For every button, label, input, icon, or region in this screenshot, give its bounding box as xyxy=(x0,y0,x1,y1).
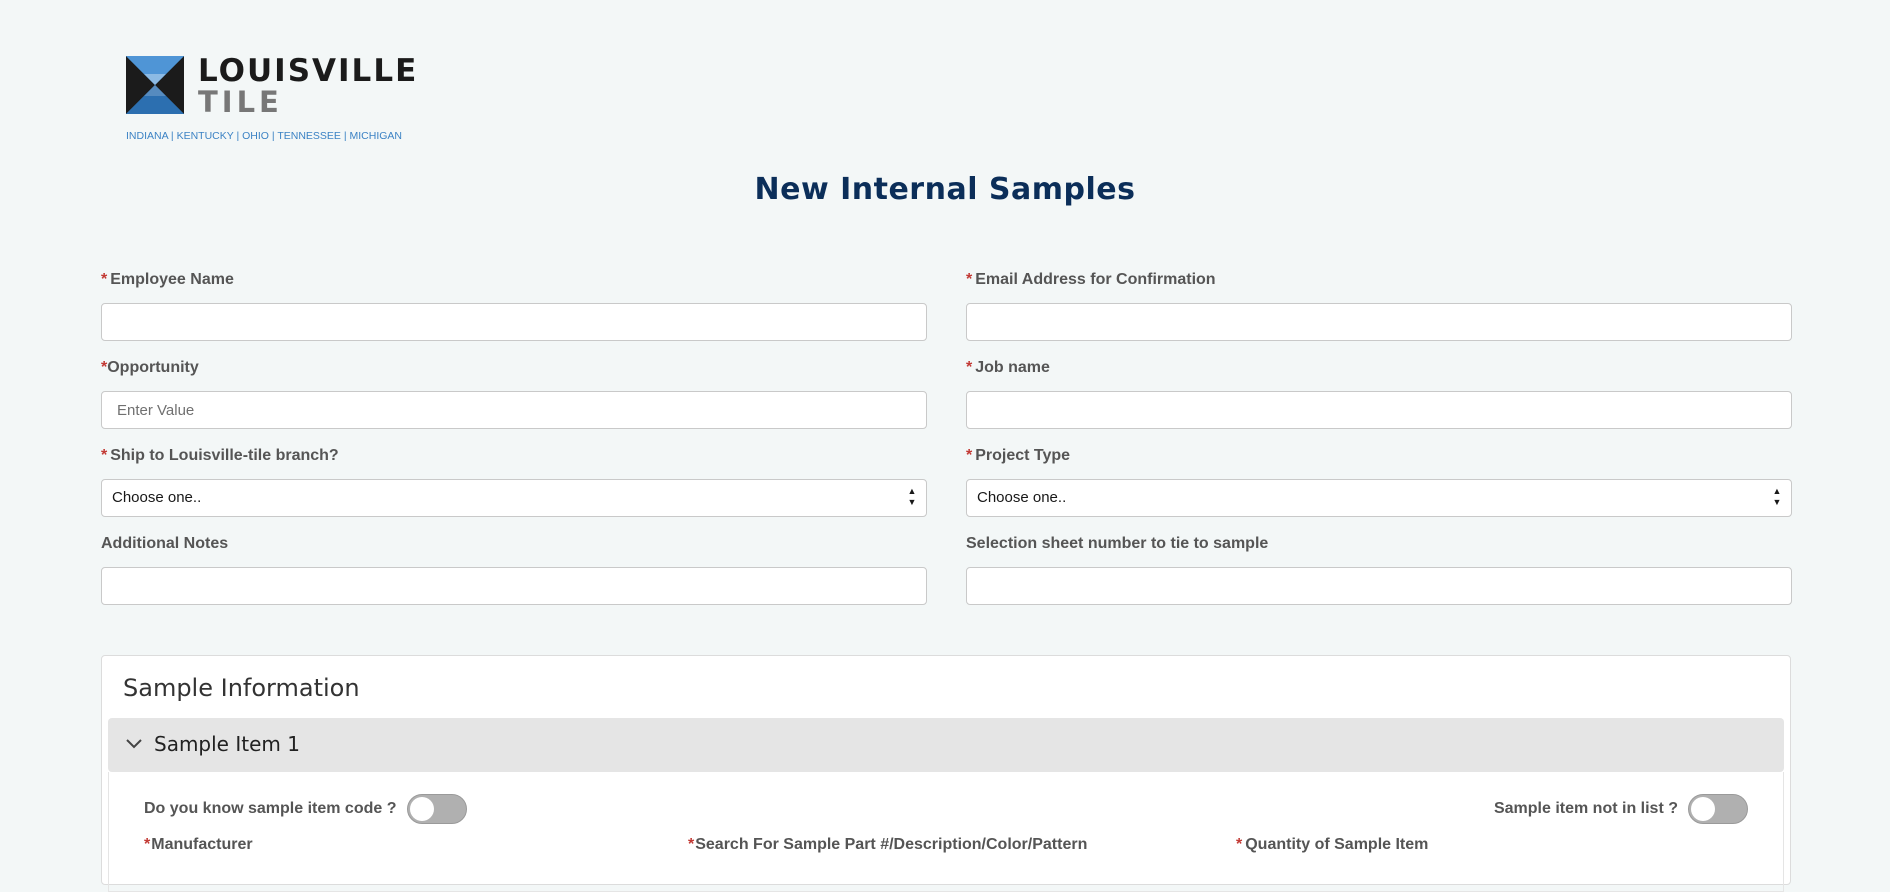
toggle-knob xyxy=(1691,797,1715,821)
quantity-label: * Quantity of Sample Item xyxy=(1236,836,1429,853)
required-marker: * xyxy=(101,271,108,288)
selection-sheet-input[interactable] xyxy=(966,567,1792,605)
toggle-knob xyxy=(409,797,434,821)
page-title: New Internal Samples xyxy=(754,172,1136,207)
manufacturer-label: *Manufacturer xyxy=(144,836,253,853)
sample-item-label: Sample Item 1 xyxy=(154,732,300,756)
brand-tagline: INDIANA | KENTUCKY | OHIO | TENNESSEE | … xyxy=(126,130,402,142)
selection-sheet-label: Selection sheet number to tie to sample xyxy=(966,535,1269,552)
email-field: * Email Address for Confirmation xyxy=(966,270,1792,341)
email-label: * Email Address for Confirmation xyxy=(966,271,1216,288)
required-marker: * xyxy=(966,271,973,288)
required-marker: * xyxy=(966,447,973,464)
opportunity-input[interactable] xyxy=(101,391,927,429)
search-part-label: *Search For Sample Part #/Description/Co… xyxy=(688,836,1088,853)
opportunity-label: *Opportunity xyxy=(101,359,199,376)
opportunity-field: *Opportunity xyxy=(101,358,927,429)
job-name-label: * Job name xyxy=(966,359,1050,376)
email-input[interactable] xyxy=(966,303,1792,341)
additional-notes-field: Additional Notes xyxy=(101,534,927,605)
know-code-toggle-row: Do you know sample item code ? xyxy=(144,794,467,824)
logo-mark-icon xyxy=(126,56,184,114)
know-code-toggle[interactable] xyxy=(406,794,467,824)
company-logo: LOUISVILLE TILE INDIANA | KENTUCKY | OHI… xyxy=(126,54,416,146)
employee-name-input[interactable] xyxy=(101,303,927,341)
ship-branch-field: * Ship to Louisville-tile branch? Choose … xyxy=(101,446,927,517)
selection-sheet-field: Selection sheet number to tie to sample xyxy=(966,534,1792,605)
chevron-down-icon xyxy=(126,739,142,749)
not-in-list-toggle-row: Sample item not in list ? xyxy=(1494,794,1748,824)
project-type-selected-value: Choose one.. xyxy=(977,489,1067,506)
know-code-toggle-label: Do you know sample item code ? xyxy=(144,800,397,817)
required-marker: * xyxy=(101,447,108,464)
sample-item-body xyxy=(108,772,1784,892)
additional-notes-label: Additional Notes xyxy=(101,535,229,552)
required-marker: * xyxy=(966,359,973,376)
ship-branch-selected-value: Choose one.. xyxy=(112,489,202,506)
project-type-label: * Project Type xyxy=(966,447,1071,464)
brand-name-line2: TILE xyxy=(198,85,283,119)
not-in-list-toggle-label: Sample item not in list ? xyxy=(1493,800,1678,817)
employee-name-field: * Employee Name xyxy=(101,270,927,341)
additional-notes-input[interactable] xyxy=(101,567,927,605)
job-name-input[interactable] xyxy=(966,391,1792,429)
brand-name-line1: LOUISVILLE xyxy=(198,53,419,89)
ship-branch-select[interactable]: Choose one.. ▲ ▼ xyxy=(101,479,927,517)
ship-branch-label: * Ship to Louisville-tile branch? xyxy=(101,447,339,464)
sample-item-accordion-header[interactable]: Sample Item 1 xyxy=(108,718,1784,772)
sample-information-title: Sample Information xyxy=(123,674,360,702)
employee-name-label: * Employee Name xyxy=(101,271,234,288)
sample-information-card: Sample Information Sample Item 1 Do you … xyxy=(101,655,1791,892)
job-name-field: * Job name xyxy=(966,358,1792,429)
select-arrows-icon: ▲ ▼ xyxy=(907,486,917,507)
select-arrows-icon: ▲ ▼ xyxy=(1772,486,1782,507)
not-in-list-toggle[interactable] xyxy=(1688,794,1748,824)
project-type-select[interactable]: Choose one.. ▲ ▼ xyxy=(966,479,1792,517)
project-type-field: * Project Type Choose one.. ▲ ▼ xyxy=(966,446,1792,517)
